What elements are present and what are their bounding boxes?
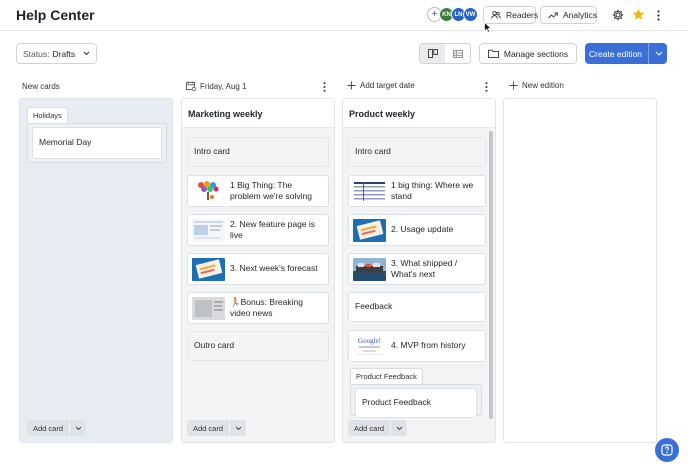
card-title: 2. New feature page is live xyxy=(230,218,316,240)
list-view-icon xyxy=(452,49,463,58)
readers-icon xyxy=(491,11,501,19)
product-feedback-group: Product Feedback xyxy=(350,384,482,418)
product-weekly-column: Product weekly Intro card 1 big thing: W… xyxy=(342,98,496,443)
card-usage-update[interactable]: 2. Usage update xyxy=(348,214,486,246)
card-title: 3. Next week's forecast xyxy=(230,263,318,274)
folder-icon xyxy=(487,49,499,58)
card-title: 1 big thing: Where we stand xyxy=(391,179,474,201)
manage-sections-label: Manage sections xyxy=(503,48,569,59)
create-divider xyxy=(647,43,649,64)
marketing-date-label: Friday, Aug 1 xyxy=(200,81,247,91)
card-title: 1 Big Thing: The problem we're solving xyxy=(230,179,312,201)
page-title: Help Center xyxy=(16,7,95,23)
new-edition-button[interactable]: New edition xyxy=(509,81,564,90)
add-card-control: Add card xyxy=(187,420,247,436)
svg-text:Google!: Google! xyxy=(358,337,381,345)
help-button[interactable] xyxy=(655,438,679,462)
add-card-button[interactable]: Add card xyxy=(348,420,391,436)
add-target-date-label: Add target date xyxy=(360,81,415,90)
column-scrollbar[interactable] xyxy=(489,131,493,419)
more-menu-icon[interactable] xyxy=(653,8,663,22)
card-mvp-history[interactable]: Google! 4. MVP from history xyxy=(348,330,486,362)
card-what-shipped[interactable]: 3. What shipped / What's next xyxy=(348,253,486,285)
create-edition-label: Create edition xyxy=(589,48,642,59)
readers-label: Readers xyxy=(506,10,539,20)
view-toggle xyxy=(419,43,471,64)
card-new-feature[interactable]: 2. New feature page is live xyxy=(187,214,329,246)
card-bonus[interactable]: 🏃Bonus: Breaking video news xyxy=(187,292,329,324)
card-intro[interactable]: Intro card xyxy=(187,137,329,167)
list-view-button[interactable] xyxy=(445,44,470,63)
create-edition-button[interactable]: Create edition xyxy=(585,43,667,64)
chevron-down-icon[interactable] xyxy=(69,420,87,436)
help-icon xyxy=(661,444,673,456)
forecast-thumbnail xyxy=(192,257,225,281)
balloon-tree-thumbnail xyxy=(192,179,225,203)
marketing-weekly-column: Marketing weekly Intro card 1 Big Thing:… xyxy=(181,98,335,443)
chevron-down-icon[interactable] xyxy=(229,420,247,436)
usage-thumbnail xyxy=(353,218,386,242)
status-filter-value: Drafts xyxy=(52,48,76,59)
card-title: Outro card xyxy=(194,340,235,351)
board-view-button[interactable] xyxy=(420,44,445,63)
card-product-feedback[interactable]: Product Feedback xyxy=(355,388,477,418)
new-cards-header: New cards xyxy=(22,82,60,91)
board-view-icon xyxy=(427,49,438,58)
trend-icon xyxy=(548,12,558,19)
plus-icon xyxy=(509,81,518,90)
card-title: Intro card xyxy=(194,146,230,157)
card-title: Product Feedback xyxy=(362,397,431,408)
chevron-down-icon xyxy=(83,51,90,56)
new-cards-column: Holidays Memorial Day Add card xyxy=(19,98,173,443)
card-memorial-day[interactable]: Memorial Day xyxy=(32,127,162,159)
card-outro[interactable]: Outro card xyxy=(187,331,329,361)
chevron-down-icon[interactable] xyxy=(390,420,408,436)
add-card-control: Add card xyxy=(27,420,87,436)
marketing-weekly-title[interactable]: Marketing weekly xyxy=(188,109,263,119)
card-title: Memorial Day xyxy=(39,137,92,148)
card-big-thing[interactable]: 1 big thing: Where we stand xyxy=(348,175,486,207)
new-cards-header-label: New cards xyxy=(22,82,60,91)
gear-icon[interactable] xyxy=(611,8,625,22)
status-filter-label: Status: xyxy=(23,48,50,59)
chevron-down-icon[interactable] xyxy=(655,51,663,56)
holidays-group-tab[interactable]: Holidays xyxy=(27,107,68,123)
analytics-label: Analytics xyxy=(563,10,598,20)
add-target-date-button[interactable]: Add target date xyxy=(347,81,415,90)
old-webpage-thumbnail: Google! xyxy=(353,334,386,358)
ship-thumbnail xyxy=(353,257,386,281)
marketing-date[interactable]: Friday, Aug 1 xyxy=(186,81,247,91)
product-feedback-group-tab[interactable]: Product Feedback xyxy=(350,368,423,384)
plus-icon xyxy=(347,81,356,90)
card-title: 2. Usage update xyxy=(391,224,454,235)
analytics-button[interactable]: Analytics xyxy=(540,6,597,24)
add-card-button[interactable]: Add card xyxy=(27,420,70,436)
avatar-vw[interactable]: VW xyxy=(463,7,478,22)
product-weekly-title[interactable]: Product weekly xyxy=(349,109,415,119)
add-card-button[interactable]: Add card xyxy=(187,420,230,436)
video-thumbnail xyxy=(192,296,225,320)
card-title: Intro card xyxy=(355,146,391,157)
new-edition-label: New edition xyxy=(522,81,564,90)
card-title: Feedback xyxy=(355,301,393,312)
status-filter-select[interactable]: Status: Drafts xyxy=(16,43,97,64)
holidays-group: Memorial Day xyxy=(27,123,167,163)
manage-sections-button[interactable]: Manage sections xyxy=(479,43,577,64)
calendar-icon xyxy=(186,81,196,91)
card-intro[interactable]: Intro card xyxy=(348,137,486,167)
marketing-column-menu-icon[interactable] xyxy=(323,82,326,95)
card-forecast[interactable]: 3. Next week's forecast xyxy=(187,253,329,285)
card-title: 3. What shipped / What's next xyxy=(391,257,458,279)
card-big-thing[interactable]: 1 Big Thing: The problem we're solving xyxy=(187,175,329,207)
webpage-thumbnail xyxy=(192,218,225,242)
star-icon[interactable] xyxy=(631,7,645,21)
card-title: 4. MVP from history xyxy=(391,340,466,351)
product-column-menu-icon[interactable] xyxy=(485,82,488,95)
card-title: 🏃Bonus: Breaking video news xyxy=(230,296,303,318)
card-feedback[interactable]: Feedback xyxy=(348,292,486,322)
add-card-control: Add card xyxy=(348,420,408,436)
mouse-cursor-icon xyxy=(484,21,493,35)
new-edition-column xyxy=(503,98,657,443)
table-thumbnail xyxy=(353,179,386,203)
